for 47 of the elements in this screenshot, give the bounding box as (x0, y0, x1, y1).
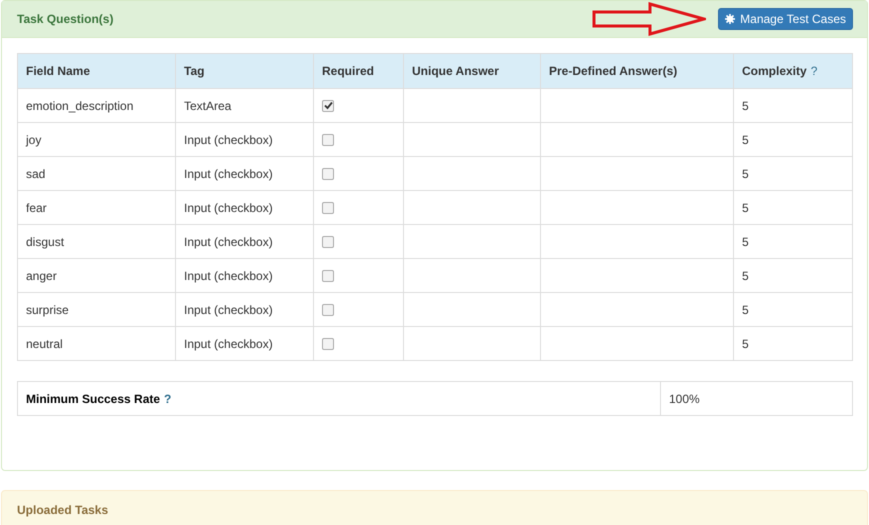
table-cell: joy (18, 122, 176, 156)
table-cell: 5 (734, 122, 852, 156)
column-header: Unique Answer (404, 54, 540, 88)
table-cell: 5 (734, 190, 852, 224)
column-header: Required (314, 54, 404, 88)
table-cell: 5 (734, 292, 852, 326)
column-header: Complexity ? (734, 54, 852, 88)
table-cell: 5 (734, 88, 852, 122)
required-checkbox[interactable] (322, 338, 334, 350)
table-cell: Input (checkbox) (176, 258, 314, 292)
table-cell: Input (checkbox) (176, 224, 314, 258)
table-cell: disgust (18, 224, 176, 258)
table-cell: neutral (18, 326, 176, 360)
table-cell: 100% (660, 382, 852, 416)
table-cell: emotion_description (18, 88, 176, 122)
required-checkbox[interactable] (322, 100, 334, 112)
table-cell: Input (checkbox) (176, 190, 314, 224)
table-cell: 5 (734, 326, 852, 360)
required-checkbox[interactable] (322, 168, 334, 180)
required-checkbox[interactable] (322, 134, 334, 146)
table-cell: surprise (18, 292, 176, 326)
table-cell: 5 (734, 224, 852, 258)
column-header: Tag (176, 54, 314, 88)
table-cell: 5 (734, 258, 852, 292)
panel-title: Uploaded Tasks (17, 502, 108, 519)
table-cell: Input (checkbox) (176, 292, 314, 326)
help-mark: ? (810, 64, 818, 78)
column-header: Pre-Defined Answer(s) (540, 54, 734, 88)
panel-title: Task Question(s) (17, 11, 114, 28)
arrow-icon (592, 2, 706, 36)
table-cell: Input (checkbox) (176, 122, 314, 156)
table-cell: TextArea (176, 88, 314, 122)
required-checkbox[interactable] (322, 236, 334, 248)
required-checkbox[interactable] (322, 202, 334, 214)
table-cell: sad (18, 156, 176, 190)
table-cell: anger (18, 258, 176, 292)
table-cell: 5 (734, 156, 852, 190)
table-cell: fear (18, 190, 176, 224)
manage-test-cases-button[interactable]: Manage Test Cases (718, 8, 853, 30)
required-checkbox[interactable] (322, 270, 334, 282)
gear-icon (725, 14, 736, 24)
help-mark: ? (164, 392, 172, 406)
required-checkbox[interactable] (322, 304, 334, 316)
table-cell: Input (checkbox) (176, 156, 314, 190)
column-header: Field Name (18, 54, 176, 88)
success-rate-label: Minimum Success Rate (26, 392, 160, 406)
table-cell: Input (checkbox) (176, 326, 314, 360)
